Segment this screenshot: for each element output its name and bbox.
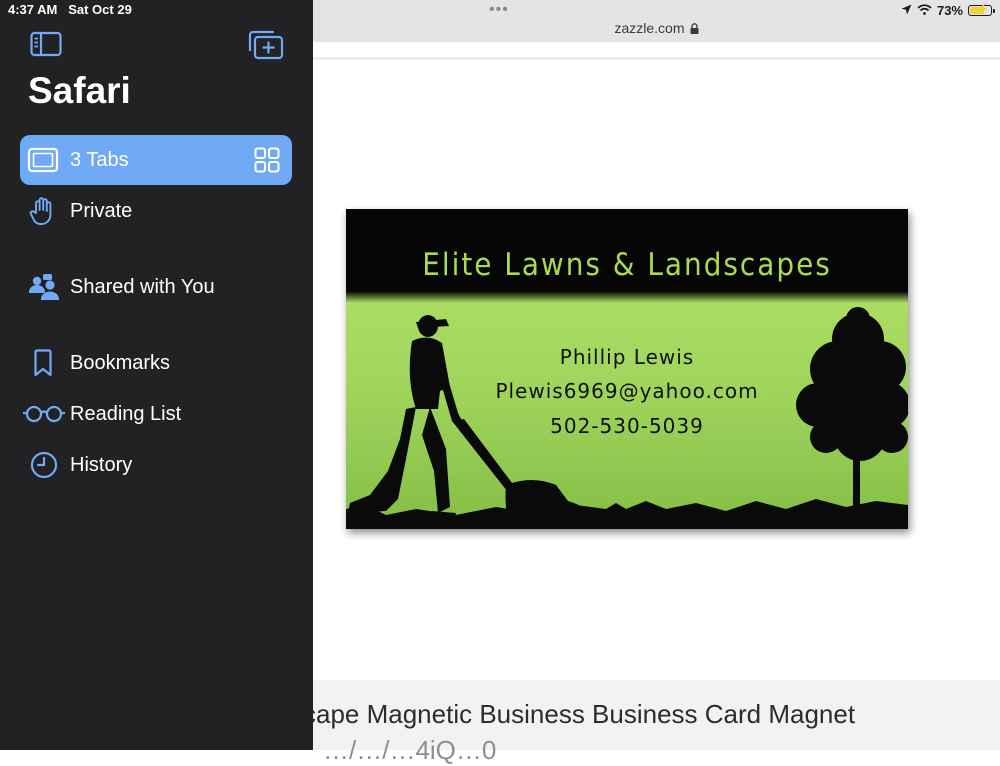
status-date: Sat Oct 29 — [68, 2, 132, 17]
charging-bolt-icon: ⚡ — [975, 3, 989, 16]
app-title: Safari — [28, 70, 131, 111]
business-card-image[interactable]: Elite Lawns & Landscapes Phillip Lewis P… — [346, 209, 908, 529]
tab-overview-grid-icon[interactable] — [254, 147, 280, 173]
battery-icon: ⚡ — [968, 3, 995, 16]
more-dots[interactable]: ••• — [489, 2, 509, 18]
sidebar-item-label: 3 Tabs — [70, 149, 129, 171]
status-time: 4:37 AM Sat Oct 29 — [8, 2, 132, 18]
product-subtitle[interactable]: …/…/…4iQ…0 — [323, 734, 496, 766]
sidebar-item-bookmarks[interactable]: Bookmarks — [20, 338, 292, 388]
card-title: Elite Lawns & Landscapes — [422, 247, 832, 283]
lock-icon — [690, 20, 699, 38]
bookmark-icon — [26, 348, 60, 378]
shared-people-icon — [26, 272, 60, 302]
sidebar-item-label: Bookmarks — [70, 352, 171, 374]
web-content: ••• zazzle.com 73% ⚡ Elite Lawns & Lands… — [303, 0, 1000, 765]
card-phone: 502-530-5039 — [550, 414, 704, 438]
battery-percent: 73% — [936, 2, 963, 18]
sidebar-item-label: Private — [70, 200, 133, 222]
hand-icon — [26, 196, 60, 226]
tablet-icon — [26, 145, 60, 175]
sidebar-item-label: Reading List — [70, 403, 182, 425]
new-tab-group-icon[interactable] — [248, 30, 284, 60]
glasses-icon — [22, 399, 66, 429]
sidebar-item-history[interactable]: History — [20, 440, 292, 490]
safari-sidebar: 4:37 AM Sat Oct 29 Safari 3 Tabs Private… — [0, 0, 313, 750]
product-title[interactable]: cape Magnetic Business Business Card Mag… — [303, 698, 855, 730]
clock-icon — [26, 450, 60, 480]
sidebar-item-label: History — [70, 454, 133, 476]
wifi-icon — [917, 3, 932, 18]
sidebar-item-private[interactable]: Private — [20, 186, 292, 236]
status-icons: 73% ⚡ — [901, 1, 995, 19]
url-field[interactable]: zazzle.com — [313, 19, 1000, 38]
card-email: Plewis6969@yahoo.com — [495, 379, 758, 403]
sidebar-item-tabs[interactable]: 3 Tabs — [20, 135, 292, 185]
sidebar-item-reading-list[interactable]: Reading List — [20, 389, 292, 439]
status-clock: 4:37 AM — [8, 2, 58, 17]
sidebar-item-shared[interactable]: Shared with You — [20, 262, 292, 312]
location-icon — [901, 3, 912, 18]
url-text: zazzle.com — [614, 20, 685, 36]
address-bar[interactable]: ••• zazzle.com 73% ⚡ — [313, 0, 1000, 42]
sidebar-item-label: Shared with You — [70, 276, 215, 298]
card-name: Phillip Lewis — [560, 345, 694, 369]
content-divider — [313, 57, 1000, 60]
sidebar-toggle-icon[interactable] — [30, 31, 62, 57]
